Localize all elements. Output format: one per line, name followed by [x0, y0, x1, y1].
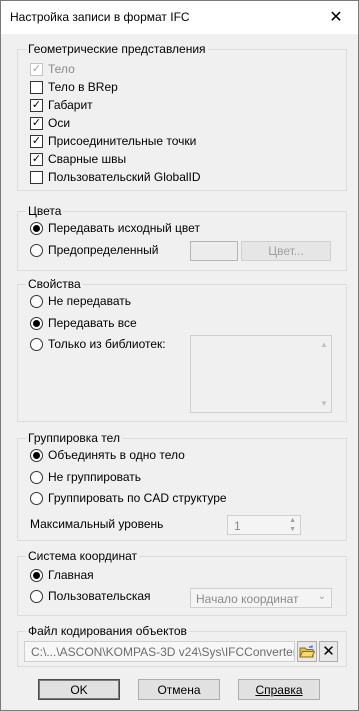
coords-option-user[interactable]: Пользовательская	[30, 589, 151, 603]
colors-option-predefined-label: Предопределенный	[48, 243, 159, 257]
colors-group-legend: Цвета	[26, 204, 64, 218]
radio-indicator	[30, 316, 43, 330]
colors-option-predefined[interactable]: Предопределенный	[30, 243, 159, 257]
properties-option-libraries-label: Только из библиотек:	[48, 337, 166, 351]
properties-option-all[interactable]: Передавать все	[30, 316, 137, 330]
geometry-option-label: Тело	[48, 62, 75, 76]
radio-selected-dot	[33, 224, 40, 232]
close-icon: ✕	[329, 9, 343, 26]
checkbox-indicator: ✓	[30, 134, 43, 148]
mapping-file-path[interactable]: C:\...\ASCON\KOMPAS-3D v24\Sys\IFCConver…	[24, 641, 295, 662]
color-button-label: Цвет...	[268, 244, 304, 258]
libraries-listbox-scrollbar[interactable]: ▲ ▼	[316, 336, 331, 412]
properties-option-libraries[interactable]: Только из библиотек:	[30, 337, 166, 351]
radio-selected-dot	[33, 571, 40, 579]
max-level-value: 1	[234, 519, 241, 533]
clear-file-button[interactable]: ✕	[319, 641, 338, 662]
check-icon: ✓	[31, 152, 42, 165]
geometry-option-label: Оси	[48, 116, 71, 130]
radio-indicator	[30, 470, 43, 484]
geometry-group-legend: Геометрические представления	[26, 42, 208, 56]
geometry-option[interactable]: ✓ Оси	[30, 116, 70, 130]
chevron-down-icon: ⌄	[317, 591, 326, 602]
check-icon: ✓	[31, 134, 42, 147]
grouping-option-merge[interactable]: Объединять в одно тело	[30, 448, 185, 462]
grouping-option-nogroup[interactable]: Не группировать	[30, 470, 141, 484]
spin-down-icon[interactable]: ▼	[289, 526, 296, 533]
geometry-option-label: Присоединительные точки	[48, 134, 197, 148]
grouping-option-cad-label: Группировать по CAD структуре	[48, 491, 227, 505]
grouping-option-cad[interactable]: Группировать по CAD структуре	[30, 491, 227, 505]
color-button[interactable]: Цвет...	[241, 241, 331, 261]
clear-icon: ✕	[322, 643, 335, 660]
geometry-option[interactable]: ✓ Присоединительные точки	[30, 134, 196, 148]
geometry-option-label: Тело в BRep	[48, 80, 118, 94]
geometry-option-label: Габарит	[48, 98, 93, 112]
radio-indicator	[30, 221, 43, 235]
ifc-export-settings-dialog: Настройка записи в формат IFC ✕ Геометри…	[0, 0, 359, 711]
grouping-option-nogroup-label: Не группировать	[48, 470, 142, 484]
close-button[interactable]: ✕	[319, 3, 353, 31]
open-folder-icon	[299, 645, 315, 657]
geometry-option-label: Сварные швы	[48, 152, 127, 166]
ok-button-label: OK	[70, 682, 88, 697]
checkbox-indicator	[30, 80, 43, 94]
grouping-group-legend: Группировка тел	[26, 431, 122, 445]
browse-file-button[interactable]	[297, 641, 317, 662]
radio-selected-dot	[33, 319, 40, 327]
max-level-spinner[interactable]: 1 ▲ ▼	[227, 515, 301, 535]
geometry-option[interactable]: ✓ Сварные швы	[30, 152, 126, 166]
cancel-button[interactable]: Отмена	[138, 679, 220, 700]
geometry-option[interactable]: Пользовательский GlobalID	[30, 170, 201, 184]
mapping-file-path-text: C:\...\ASCON\KOMPAS-3D v24\Sys\IFCConver…	[31, 644, 295, 659]
check-icon: ✓	[31, 116, 42, 129]
radio-selected-dot	[33, 451, 40, 459]
scroll-up-icon[interactable]: ▲	[320, 340, 328, 349]
cancel-button-label: Отмена	[157, 682, 201, 697]
ok-button[interactable]: OK	[38, 679, 120, 700]
title-bar: Настройка записи в формат IFC ✕	[1, 1, 358, 34]
libraries-listbox[interactable]: ▲ ▼	[190, 335, 332, 413]
max-level-label: Максимальный уровень	[30, 517, 164, 531]
coords-option-main-label: Главная	[48, 568, 94, 582]
check-icon: ✓	[31, 62, 42, 75]
spin-up-icon[interactable]: ▲	[289, 517, 296, 524]
geometry-option: ✓ Тело	[30, 62, 75, 76]
geometry-option-label: Пользовательский GlobalID	[48, 170, 201, 184]
scroll-down-icon[interactable]: ▼	[320, 399, 328, 408]
radio-indicator	[30, 491, 43, 505]
geometry-option[interactable]: Тело в BRep	[30, 80, 118, 94]
properties-group-legend: Свойства	[26, 277, 83, 291]
colors-option-source[interactable]: Передавать исходный цвет	[30, 221, 200, 235]
grouping-option-merge-label: Объединять в одно тело	[48, 448, 185, 462]
coords-option-main[interactable]: Главная	[30, 568, 94, 582]
radio-indicator	[30, 337, 43, 351]
properties-option-none-label: Не передавать	[48, 294, 132, 308]
colors-option-source-label: Передавать исходный цвет	[48, 221, 200, 235]
checkbox-indicator: ✓	[30, 98, 43, 112]
checkbox-indicator: ✓	[30, 152, 43, 166]
coords-option-user-label: Пользовательская	[48, 589, 151, 603]
help-button[interactable]: Справка	[238, 679, 320, 700]
geometry-option[interactable]: ✓ Габарит	[30, 98, 93, 112]
checkbox-indicator: ✓	[30, 116, 43, 130]
checkbox-indicator: ✓	[30, 62, 43, 76]
help-button-label: Справка	[255, 682, 303, 697]
radio-indicator	[30, 568, 43, 582]
properties-option-all-label: Передавать все	[48, 316, 137, 330]
coords-origin-dropdown[interactable]: Начало координат ⌄	[190, 588, 332, 608]
color-swatch	[190, 241, 238, 261]
radio-indicator	[30, 589, 43, 603]
check-icon: ✓	[31, 98, 42, 111]
coords-origin-dropdown-value: Начало координат	[196, 592, 299, 606]
mapping-file-group-legend: Файл кодирования объектов	[26, 624, 189, 638]
radio-indicator	[30, 294, 43, 308]
radio-indicator	[30, 243, 43, 257]
properties-option-none[interactable]: Не передавать	[30, 294, 131, 308]
window-title: Настройка записи в формат IFC	[10, 10, 190, 24]
coords-group-legend: Система координат	[26, 549, 140, 563]
checkbox-indicator	[30, 170, 43, 184]
radio-indicator	[30, 448, 43, 462]
